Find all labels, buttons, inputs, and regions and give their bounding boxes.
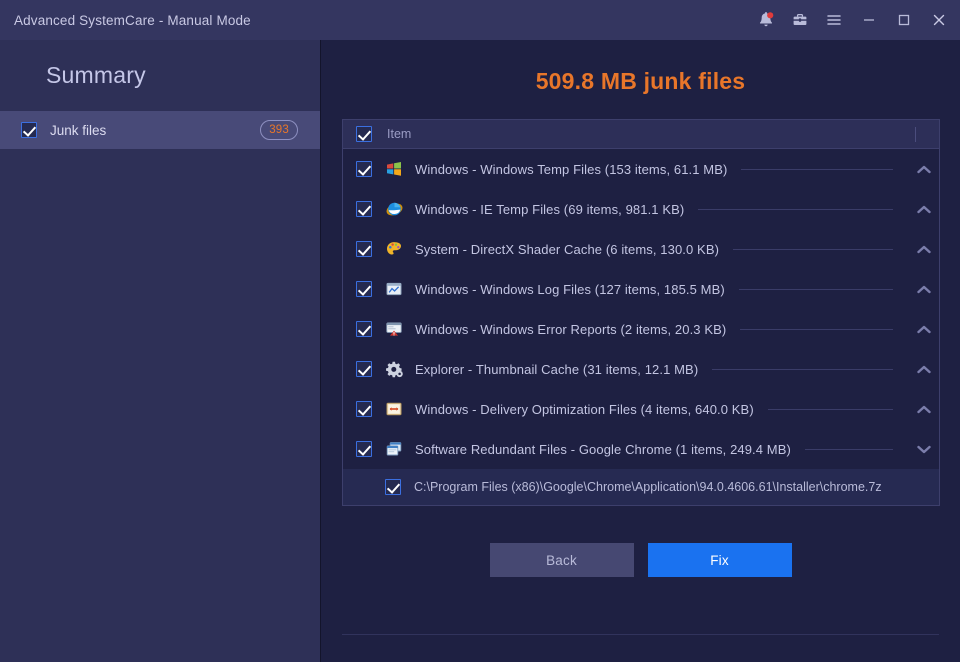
row-checkbox[interactable]: [356, 321, 372, 337]
back-button[interactable]: Back: [489, 543, 634, 577]
internet-explorer-icon: [384, 199, 404, 219]
sidebar-item-badge: 393: [260, 120, 298, 140]
table-row[interactable]: Software Redundant Files - Google Chrome…: [343, 429, 939, 469]
sidebar-list: Junk files 393: [0, 111, 320, 149]
column-header-item: Item: [387, 127, 412, 141]
fix-button[interactable]: Fix: [647, 543, 792, 577]
title-bar: Advanced SystemCare - Manual Mode: [0, 0, 960, 40]
chevron-up-icon[interactable]: [909, 245, 939, 254]
table-row[interactable]: Windows - IE Temp Files (69 items, 981.1…: [343, 189, 939, 229]
chrome-window-icon: [384, 439, 404, 459]
table-row[interactable]: System - DirectX Shader Cache (6 items, …: [343, 229, 939, 269]
chevron-up-icon[interactable]: [909, 325, 939, 334]
list-item[interactable]: C:\Program Files (x86)\Google\Chrome\App…: [343, 469, 939, 505]
row-rule: [733, 248, 893, 250]
delivery-optimization-icon: [384, 399, 404, 419]
row-checkbox[interactable]: [356, 241, 372, 257]
footer-divider: [342, 634, 939, 635]
menu-icon[interactable]: [817, 0, 851, 40]
chevron-up-icon[interactable]: [909, 165, 939, 174]
table-row[interactable]: Windows - Windows Log Files (127 items, …: [343, 269, 939, 309]
row-rule: [698, 208, 893, 210]
header-divider: [915, 127, 916, 142]
row-rule: [804, 448, 893, 450]
row-checkbox[interactable]: [356, 281, 372, 297]
list-header-row: Item: [343, 120, 939, 149]
sidebar-item-checkbox[interactable]: [21, 122, 37, 138]
chevron-down-icon[interactable]: [909, 445, 939, 454]
footer: Back Fix: [321, 506, 960, 662]
row-checkbox[interactable]: [356, 201, 372, 217]
row-rule: [741, 168, 893, 170]
subrow-label: C:\Program Files (x86)\Google\Chrome\App…: [414, 480, 882, 494]
close-icon[interactable]: [921, 0, 956, 40]
chevron-up-icon[interactable]: [909, 365, 939, 374]
title-bar-buttons: [749, 0, 956, 40]
row-label: Windows - Windows Error Reports (2 items…: [415, 321, 727, 337]
row-label: Explorer - Thumbnail Cache (31 items, 12…: [415, 361, 699, 377]
sidebar: Summary Junk files 393: [0, 40, 321, 662]
row-rule: [738, 288, 893, 290]
window-body: Summary Junk files 393 509.8 MB junk fil…: [0, 40, 960, 662]
junk-files-list: Item Windows - Windows Temp Files (153 i…: [342, 119, 940, 506]
window-title: Advanced SystemCare - Manual Mode: [14, 12, 251, 28]
chevron-up-icon[interactable]: [909, 405, 939, 414]
sidebar-title: Summary: [46, 62, 146, 88]
subrow-checkbox[interactable]: [385, 479, 401, 495]
log-file-icon: [384, 279, 404, 299]
select-all-checkbox[interactable]: [356, 126, 372, 142]
windows-logo-icon: [384, 159, 404, 179]
row-label: Windows - Windows Log Files (127 items, …: [415, 281, 725, 297]
row-checkbox[interactable]: [356, 161, 372, 177]
toolbox-icon[interactable]: [783, 0, 817, 40]
table-row[interactable]: Windows - Delivery Optimization Files (4…: [343, 389, 939, 429]
chevron-up-icon[interactable]: [909, 205, 939, 214]
main-panel: 509.8 MB junk files Item Windows - Windo…: [321, 40, 960, 662]
palette-icon: [384, 239, 404, 259]
error-report-icon: [384, 319, 404, 339]
row-checkbox[interactable]: [356, 441, 372, 457]
row-label: System - DirectX Shader Cache (6 items, …: [415, 241, 720, 257]
row-label: Software Redundant Files - Google Chrome…: [415, 441, 791, 457]
row-rule: [712, 368, 893, 370]
sidebar-item-junk-files[interactable]: Junk files 393: [0, 111, 320, 149]
action-buttons: Back Fix: [489, 543, 792, 577]
page-title: 509.8 MB junk files: [535, 68, 746, 94]
row-rule: [767, 408, 893, 410]
row-label: Windows - Delivery Optimization Files (4…: [415, 401, 754, 417]
row-label: Windows - IE Temp Files (69 items, 981.1…: [415, 201, 685, 217]
gear-icon: [384, 359, 404, 379]
row-label: Windows - Windows Temp Files (153 items,…: [415, 161, 728, 177]
notification-bell-icon[interactable]: [749, 0, 783, 40]
chevron-up-icon[interactable]: [909, 285, 939, 294]
table-row[interactable]: Windows - Windows Error Reports (2 items…: [343, 309, 939, 349]
app-window: Advanced SystemCare - Manual Mode Summar…: [0, 0, 960, 662]
maximize-icon[interactable]: [886, 0, 921, 40]
sidebar-item-label: Junk files: [50, 122, 107, 138]
table-row[interactable]: Windows - Windows Temp Files (153 items,…: [343, 149, 939, 189]
row-checkbox[interactable]: [356, 361, 372, 377]
table-row[interactable]: Explorer - Thumbnail Cache (31 items, 12…: [343, 349, 939, 389]
row-rule: [740, 328, 893, 330]
row-checkbox[interactable]: [356, 401, 372, 417]
minimize-icon[interactable]: [851, 0, 886, 40]
